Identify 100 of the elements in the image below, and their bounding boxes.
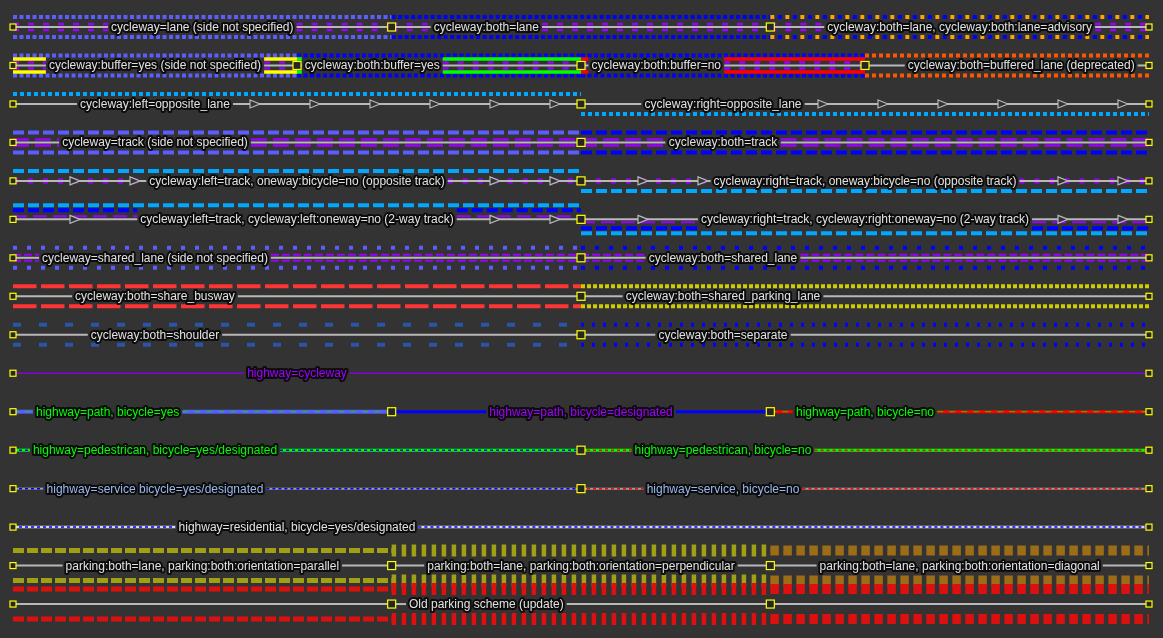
triangle-arrow-icon [937,99,950,109]
square-node-icon [576,176,586,186]
square-node-icon [1145,23,1153,31]
square-node-icon [576,291,586,301]
triangle-arrow-icon [1057,214,1070,225]
way-label: cycleway:both=shoulder [90,327,220,342]
way-label: cycleway:buffer=yes (side not specified) [48,58,262,73]
square-node-icon [292,60,302,71]
square-node-icon [576,214,586,224]
triangle-arrow-icon [69,176,82,186]
square-node-icon [860,60,870,71]
square-node-icon [1145,61,1153,70]
way-label: cycleway:both=track [668,135,778,150]
square-node-icon [576,60,586,71]
square-node-icon [9,600,17,608]
square-node-icon [576,484,586,494]
square-node-icon [1145,369,1153,377]
square-node-icon [387,22,397,32]
way-label: cycleway:both:buffer=yes [304,58,440,73]
square-node-icon [1145,292,1153,300]
triangle-arrow-icon [1117,176,1130,186]
triangle-arrow-icon [69,214,82,225]
triangle-arrow-icon [549,99,562,109]
square-node-icon [9,254,17,262]
square-node-icon [9,446,17,454]
square-node-icon [9,61,17,70]
square-node-icon [1145,600,1153,608]
way-label: cycleway:right=track, oneway:bicycle=no (opposite track) [713,173,1017,188]
square-node-icon [387,407,397,417]
way-label: cycleway:both=lane [433,20,539,34]
triangle-arrow-icon [877,99,890,109]
triangle-arrow-icon [549,214,562,225]
way-label: highway=path, bicycle=no [795,404,935,419]
way-label: highway=cycleway [247,366,347,381]
way-label: cycleway:both=share_busway [75,289,235,304]
way-label: cycleway:left=opposite_lane [80,96,230,111]
square-node-icon [1145,446,1153,454]
square-node-icon [1145,100,1153,108]
square-node-icon [387,599,397,609]
square-node-icon [1145,408,1153,416]
way-label: highway=pedestrican, bicycle=yes/designated [32,443,278,458]
way-label: parking:both=lane, parking:both:orientation=perpendicular [427,558,735,573]
square-node-icon [9,523,17,531]
way-label: highway=pedestrican, bicycle=no [634,443,812,458]
way-label: cycleway:left=track, oneway:bicycle=no (opposite track) [149,173,445,188]
square-node-icon [9,562,17,570]
triangle-arrow-icon [489,99,502,109]
way-label: cycleway=shared_lane (side not specified) [42,250,268,265]
square-node-icon [576,445,586,455]
square-node-icon [1145,138,1153,146]
square-node-icon [1145,523,1153,531]
way-label: cycleway:right=track, cycleway:right:oneway=no (2-way track) [700,212,1030,227]
square-node-icon [9,485,17,493]
triangle-arrow-icon [1057,176,1070,186]
square-node-icon [9,177,17,185]
triangle-arrow-icon [249,99,262,109]
way-label: cycleway:both=shared_parking_lane [625,289,821,304]
square-node-icon [9,369,17,377]
way-label: cycleway:both=separate [658,327,788,342]
triangle-arrow-icon [1117,99,1130,109]
square-node-icon [1145,254,1153,262]
square-node-icon [1145,215,1153,223]
way-label: parking:both=lane, parking:both:orientation=parallel [65,558,340,573]
triangle-arrow-icon [549,176,562,186]
square-node-icon [9,292,17,300]
square-node-icon [9,215,17,223]
square-node-icon [9,331,17,339]
square-node-icon [1145,177,1153,185]
square-node-icon [765,407,775,417]
triangle-arrow-icon [429,99,442,109]
square-node-icon [387,561,397,571]
way-label: cycleway:left=track, cycleway:left:oneway=no (2-way track) [140,212,454,227]
triangle-arrow-icon [489,176,502,186]
way-label: highway=service bicycle=yes/designated [46,481,264,496]
triangle-arrow-icon [1117,214,1130,225]
way-label: highway=path, bicycle=designated [489,404,673,419]
square-node-icon [1145,562,1153,570]
way-label: cycleway:both=lane, cycleway:both:lane=advisory [827,20,1093,34]
way-label: cycleway:right=opposite_lane [644,96,802,111]
square-node-icon [9,408,17,416]
way-label: highway=service, bicycle=no [646,481,800,496]
triangle-arrow-icon [129,176,142,186]
triangle-arrow-icon [489,214,502,225]
way-label: cycleway=lane (side not specified) [111,20,294,34]
triangle-arrow-icon [997,99,1010,109]
triangle-arrow-icon [817,99,830,109]
square-node-icon [9,23,17,31]
triangle-arrow-icon [697,176,710,186]
triangle-arrow-icon [637,176,650,186]
square-node-icon [765,22,775,32]
way-label: cycleway:both=shared_lane [648,250,798,265]
square-node-icon [576,330,586,340]
square-node-icon [1145,331,1153,339]
way-label: cycleway=track (side not specified) [62,135,248,150]
triangle-arrow-icon [369,99,382,109]
square-node-icon [765,599,775,609]
way-label: Old parking scheme (update) [408,597,564,612]
square-node-icon [576,137,586,147]
triangle-arrow-icon [637,214,650,225]
square-node-icon [1145,485,1153,493]
